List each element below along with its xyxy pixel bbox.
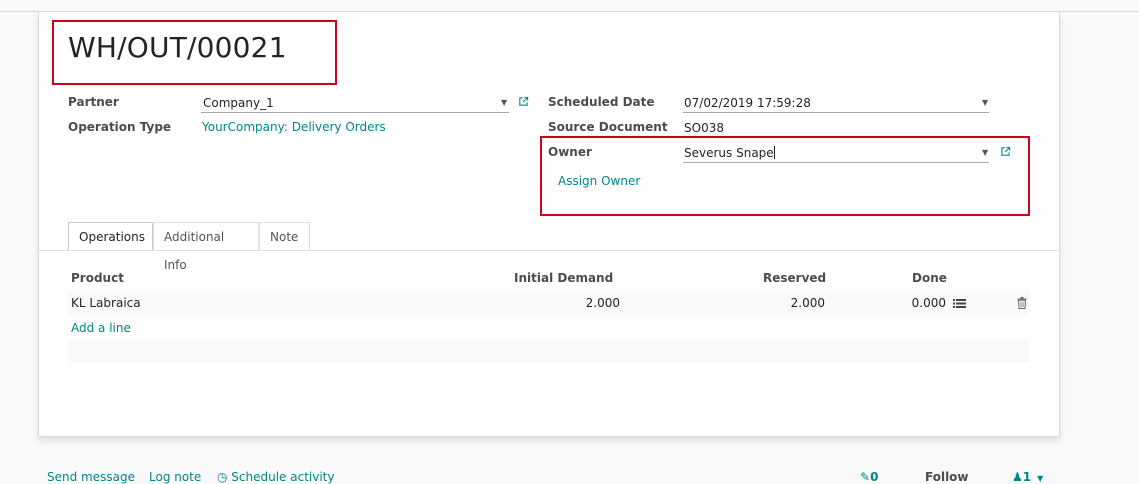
- partner-label: Partner: [68, 95, 119, 109]
- delete-row-trash-icon[interactable]: [1017, 297, 1027, 309]
- owner-label: Owner: [548, 145, 592, 159]
- row-product-cell[interactable]: KL Labraica: [71, 296, 141, 310]
- attachments-button[interactable]: ✎0: [860, 470, 878, 484]
- partner-field[interactable]: Company_1: [203, 96, 503, 110]
- source-document-label: Source Document: [548, 120, 668, 134]
- scheduled-date-underline: [683, 112, 989, 113]
- source-document-value: SO038: [684, 121, 724, 135]
- paperclip-icon: ✎: [860, 470, 871, 484]
- record-title: WH/OUT/00021: [68, 31, 287, 64]
- schedule-activity-label: Schedule activity: [231, 470, 335, 484]
- row-done-cell[interactable]: 0.000: [866, 296, 946, 310]
- row-reserved-cell[interactable]: 2.000: [745, 296, 825, 310]
- partner-dropdown-icon[interactable]: ▼: [501, 98, 507, 107]
- owner-external-link-icon[interactable]: [1000, 146, 1011, 157]
- row-initial-demand-cell[interactable]: 2.000: [540, 296, 620, 310]
- text-cursor: [773, 146, 775, 159]
- send-message-button[interactable]: Send message: [47, 470, 135, 484]
- followers-button[interactable]: ♟1 ▼: [1012, 470, 1043, 484]
- partner-external-link-icon[interactable]: [518, 96, 529, 107]
- operation-type-label: Operation Type: [68, 120, 172, 134]
- user-icon: ♟: [1012, 470, 1023, 484]
- attachments-count: 0: [870, 470, 879, 484]
- scheduled-date-label: Scheduled Date: [548, 95, 655, 109]
- owner-dropdown-icon[interactable]: ▼: [982, 148, 988, 157]
- column-header-reserved[interactable]: Reserved: [763, 271, 826, 285]
- owner-input[interactable]: Severus Snape: [684, 146, 775, 160]
- scheduled-date-dropdown-icon[interactable]: ▼: [982, 98, 988, 107]
- operation-type-link[interactable]: YourCompany: Delivery Orders: [202, 120, 386, 134]
- tab-additional-info[interactable]: Additional Info: [153, 222, 259, 272]
- owner-input-value: Severus Snape: [684, 146, 774, 160]
- schedule-activity-button[interactable]: ◷ Schedule activity: [217, 470, 335, 484]
- tab-operations[interactable]: Operations: [68, 222, 153, 251]
- column-header-initial-demand[interactable]: Initial Demand: [514, 271, 613, 285]
- assign-owner-button[interactable]: Assign Owner: [558, 174, 640, 188]
- detailed-operations-list-icon[interactable]: [953, 298, 966, 309]
- tab-divider: [38, 250, 1058, 251]
- owner-underline: [683, 162, 989, 163]
- clock-icon: ◷: [217, 470, 232, 484]
- scheduled-date-field[interactable]: 07/02/2019 17:59:28: [684, 96, 811, 110]
- partner-underline: [201, 112, 509, 113]
- log-note-button[interactable]: Log note: [149, 470, 201, 484]
- column-header-done[interactable]: Done: [912, 271, 947, 285]
- follow-button[interactable]: Follow: [925, 470, 969, 484]
- followers-count: 1: [1022, 470, 1032, 484]
- empty-table-row: [68, 340, 1029, 362]
- column-header-product[interactable]: Product: [71, 271, 124, 285]
- add-a-line-button[interactable]: Add a line: [71, 321, 131, 335]
- tab-note[interactable]: Note: [259, 222, 310, 250]
